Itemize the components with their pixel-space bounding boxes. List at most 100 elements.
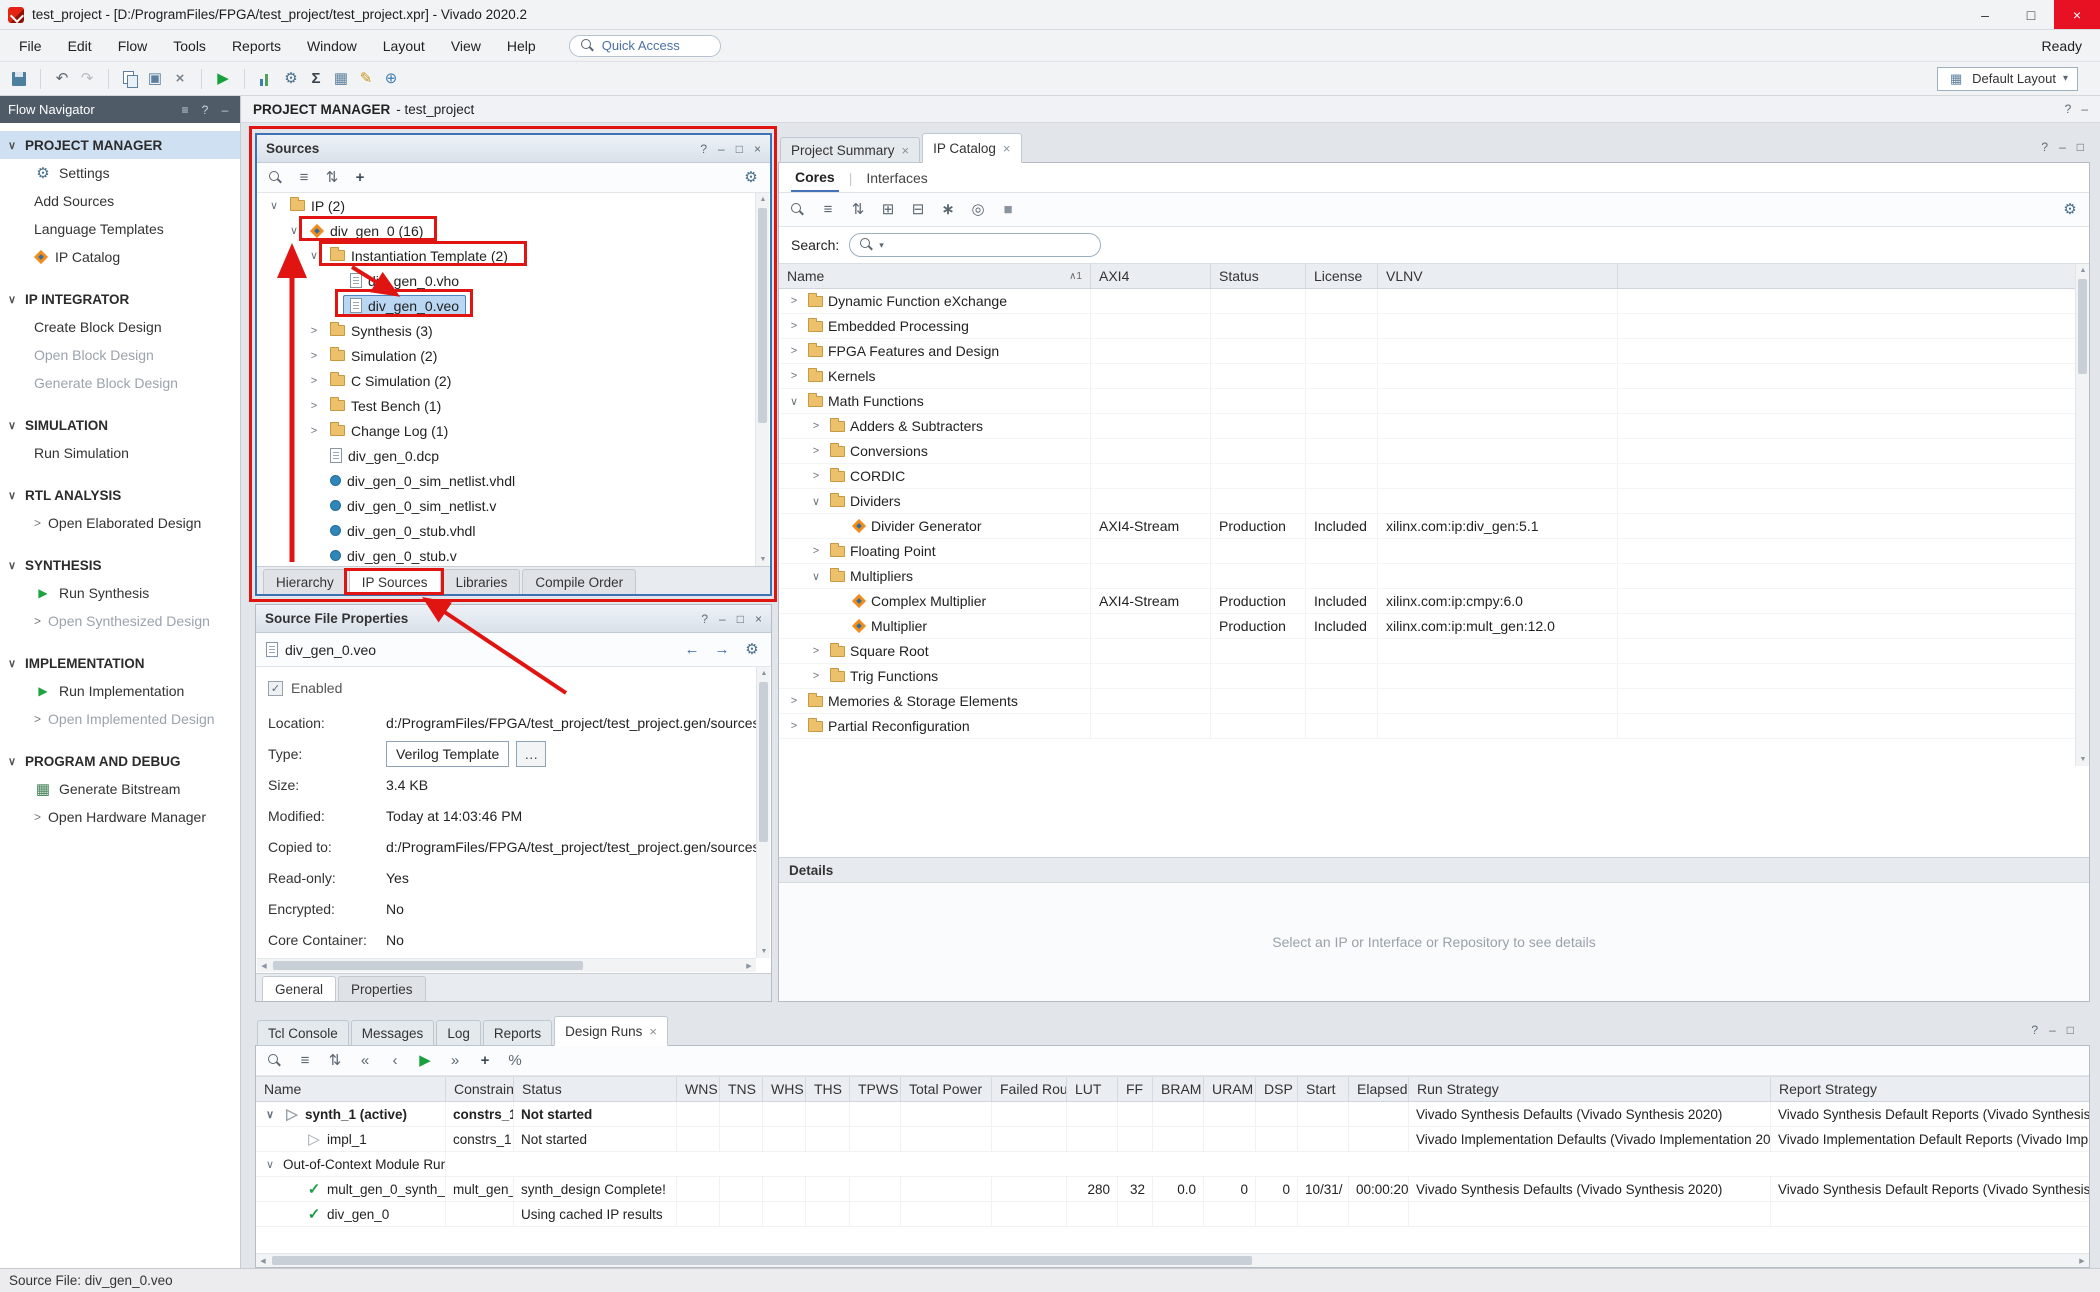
sources-tab-libraries[interactable]: Libraries <box>443 569 521 594</box>
column-header-whs[interactable]: WHS <box>763 1077 806 1101</box>
tree-item-synthesis[interactable]: >Synthesis (3) <box>257 318 770 343</box>
reset-runs-icon[interactable]: « <box>356 1052 374 1070</box>
help-icon[interactable]: ? <box>2041 140 2048 154</box>
scrollbar-track[interactable] <box>756 206 769 553</box>
scrollbar-thumb[interactable] <box>2078 279 2087 374</box>
maximize-icon[interactable]: □ <box>737 612 744 626</box>
scroll-right-icon[interactable]: ▶ <box>2075 1254 2089 1267</box>
properties-vertical-scrollbar[interactable]: ▲ ▼ <box>756 667 770 958</box>
scrollbar-track[interactable] <box>270 1254 2075 1267</box>
flow-section-header-program-and-debug[interactable]: ∨PROGRAM AND DEBUG <box>0 747 240 775</box>
chevron-down-icon[interactable]: ∨ <box>263 1158 277 1171</box>
tree-item-instantiation-template[interactable]: ∨Instantiation Template (2) <box>257 243 770 268</box>
flow-section-header-synthesis[interactable]: ∨SYNTHESIS <box>0 551 240 579</box>
flat-view-icon[interactable]: ⊟ <box>909 201 927 219</box>
nav-item-generate-bitstream[interactable]: ▦Generate Bitstream <box>0 775 240 803</box>
chevron-right-icon[interactable]: > <box>809 420 823 432</box>
undo-icon[interactable]: ↶ <box>53 70 71 88</box>
maximize-icon[interactable]: □ <box>2067 1023 2074 1037</box>
scroll-left-icon[interactable]: ◀ <box>257 959 271 972</box>
chevron-right-icon[interactable]: > <box>787 295 801 307</box>
column-header-wns[interactable]: WNS <box>677 1077 720 1101</box>
catalog-vertical-scrollbar[interactable]: ▲ ▼ <box>2075 264 2089 766</box>
menu-layout[interactable]: Layout <box>370 30 438 62</box>
maximize-icon[interactable]: □ <box>2077 140 2084 154</box>
save-icon[interactable] <box>10 70 28 88</box>
scroll-down-icon[interactable]: ▼ <box>757 945 771 958</box>
tab-reports[interactable]: Reports <box>483 1020 552 1046</box>
chevron-right-icon[interactable]: > <box>307 425 321 437</box>
launch-runs-icon[interactable]: ▶ <box>416 1052 434 1070</box>
tree-item-div-gen-0-sim-netlist-vhdl[interactable]: div_gen_0_sim_netlist.vhdl <box>257 468 770 493</box>
help-icon[interactable]: ? <box>198 101 212 119</box>
run-row-impl-1[interactable]: ▷impl_1constrs_1Not startedVivado Implem… <box>256 1127 2089 1152</box>
flow-section-header-simulation[interactable]: ∨SIMULATION <box>0 411 240 439</box>
chevron-right-icon[interactable]: > <box>809 445 823 457</box>
column-header-tpws[interactable]: TPWS <box>850 1077 901 1101</box>
nav-item-generate-block-design[interactable]: Generate Block Design <box>0 369 240 397</box>
run-icon[interactable]: ▶ <box>214 70 232 88</box>
enabled-checkbox[interactable]: ✓ <box>268 681 283 696</box>
minimize-icon[interactable]: – <box>719 612 726 626</box>
nav-item-ip-catalog[interactable]: IP Catalog <box>0 243 240 271</box>
catalog-row-fpga-features-and-design[interactable]: >FPGA Features and Design <box>779 339 2089 364</box>
minimize-icon[interactable]: – <box>2081 102 2088 116</box>
collapse-all-icon[interactable]: ≡ <box>296 1052 314 1070</box>
copy-icon[interactable] <box>121 70 139 88</box>
type-combo[interactable]: Verilog Template <box>386 741 509 767</box>
chevron-down-icon[interactable]: ∨ <box>809 570 823 583</box>
chevron-down-icon[interactable]: ∨ <box>263 1108 277 1121</box>
tab-project-summary[interactable]: Project Summary× <box>780 137 920 163</box>
sources-panel-header[interactable]: Sources ? – □ × <box>257 135 770 163</box>
menu-help[interactable]: Help <box>494 30 549 62</box>
column-header-total-power[interactable]: Total Power <box>901 1077 992 1101</box>
flow-section-header-project-manager[interactable]: ∨PROJECT MANAGER <box>0 131 240 159</box>
close-icon[interactable]: × <box>755 612 762 626</box>
chevron-right-icon[interactable]: > <box>787 320 801 332</box>
catalog-row-dynamic-function-exchange[interactable]: >Dynamic Function eXchange <box>779 289 2089 314</box>
tab-ip-catalog[interactable]: IP Catalog× <box>922 133 1021 163</box>
scrollbar-thumb[interactable] <box>272 1256 1252 1265</box>
chevron-right-icon[interactable]: > <box>307 375 321 387</box>
debug-probe-icon[interactable]: ⊕ <box>382 70 400 88</box>
chevron-right-icon[interactable]: > <box>809 670 823 682</box>
sources-tab-compile-order[interactable]: Compile Order <box>522 569 636 594</box>
tree-item-c-simulation[interactable]: >C Simulation (2) <box>257 368 770 393</box>
scrollbar-track[interactable] <box>271 959 742 972</box>
tab-log[interactable]: Log <box>436 1020 481 1046</box>
sources-vertical-scrollbar[interactable]: ▲ ▼ <box>755 193 769 566</box>
resource-estimates-icon[interactable]: % <box>506 1052 524 1070</box>
customize-icon[interactable]: ∗ <box>939 201 957 219</box>
properties-panel-header[interactable]: Source File Properties ? – □ × <box>256 605 771 633</box>
chevron-down-icon[interactable]: ∨ <box>287 224 301 237</box>
flow-section-header-rtl-analysis[interactable]: ∨RTL ANALYSIS <box>0 481 240 509</box>
reports-icon[interactable] <box>257 70 275 88</box>
nav-item-add-sources[interactable]: Add Sources <box>0 187 240 215</box>
scrollbar-thumb[interactable] <box>273 961 583 970</box>
tab-design-runs[interactable]: Design Runs× <box>554 1016 668 1046</box>
search-icon[interactable] <box>267 169 285 187</box>
flow-section-header-implementation[interactable]: ∨IMPLEMENTATION <box>0 649 240 677</box>
tab-tcl-console[interactable]: Tcl Console <box>257 1020 349 1046</box>
flow-section-header-ip-integrator[interactable]: ∨IP INTEGRATOR <box>0 285 240 313</box>
catalog-row-square-root[interactable]: >Square Root <box>779 639 2089 664</box>
target-icon[interactable]: ◎ <box>969 201 987 219</box>
gear-icon[interactable]: ⚙ <box>742 169 760 187</box>
tree-item-div-gen-0-stub-v[interactable]: div_gen_0_stub.v <box>257 543 770 566</box>
tree-item-simulation[interactable]: >Simulation (2) <box>257 343 770 368</box>
nav-item-create-block-design[interactable]: Create Block Design <box>0 313 240 341</box>
column-header-ff[interactable]: FF <box>1118 1077 1153 1101</box>
nav-item-open-synthesized-design[interactable]: >Open Synthesized Design <box>0 607 240 635</box>
details-header[interactable]: Details <box>779 857 2089 883</box>
delete-icon[interactable]: × <box>171 70 189 88</box>
column-header-report-strategy[interactable]: Report Strategy <box>1771 1077 2089 1101</box>
gear-icon[interactable]: ⚙ <box>743 641 761 659</box>
ellipsis-button[interactable]: … <box>516 741 546 767</box>
menu-edit[interactable]: Edit <box>55 30 105 62</box>
catalog-row-dividers[interactable]: ∨Dividers <box>779 489 2089 514</box>
nav-item-open-hardware-manager[interactable]: >Open Hardware Manager <box>0 803 240 831</box>
close-icon[interactable]: × <box>754 142 761 156</box>
step-back-icon[interactable]: ‹ <box>386 1052 404 1070</box>
nav-item-open-block-design[interactable]: Open Block Design <box>0 341 240 369</box>
search-icon[interactable] <box>789 201 807 219</box>
